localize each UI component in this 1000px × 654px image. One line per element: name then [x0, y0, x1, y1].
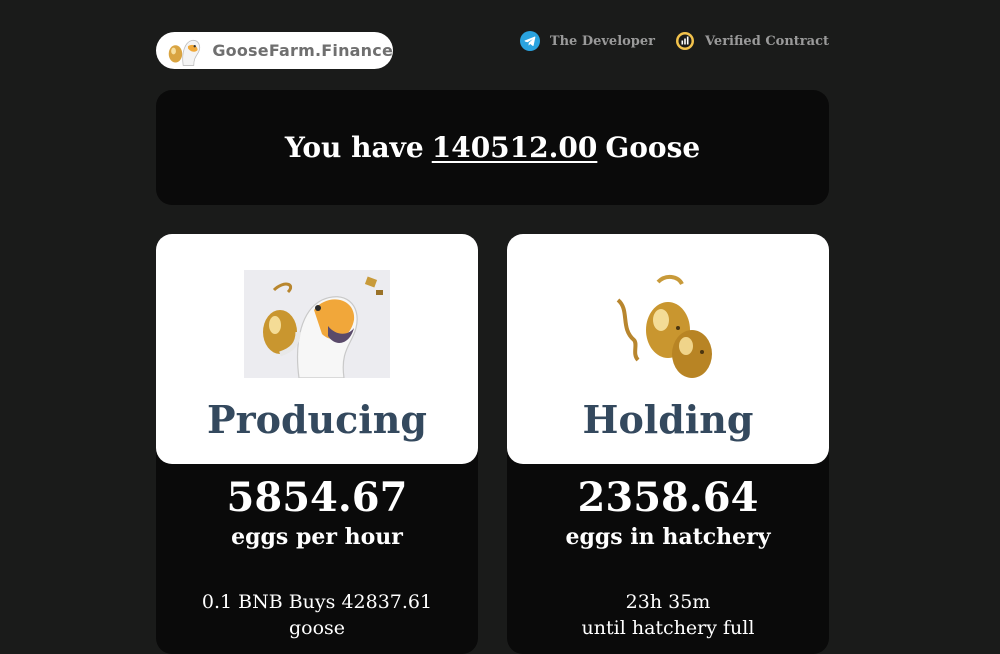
hatchery-timer-info: 23h 35m until hatchery full	[507, 589, 829, 641]
goose-logo-icon	[168, 39, 201, 66]
producing-card: Producing 5854.67 eggs per hour 0.1 BNB …	[156, 234, 478, 654]
logo-text: GooseFarm.Finance	[212, 41, 393, 60]
golden-eggs-image	[616, 275, 712, 378]
holding-card: Holding 2358.64 eggs in hatchery 23h 35m…	[507, 234, 829, 654]
buy-rate-line: 0.1 BNB Buys 42837.61	[201, 591, 433, 613]
buy-rate-unit: goose	[288, 617, 346, 639]
page: GooseFarm.Finance The Developer Verified…	[156, 0, 829, 654]
balance-amount: 140512.00	[431, 131, 598, 164]
buy-rate-info: 0.1 BNB Buys 42837.61 goose	[156, 589, 478, 641]
eggs-in-hatchery-value: 2358.64	[577, 474, 759, 521]
eggs-per-hour-label: eggs per hour	[231, 524, 403, 550]
producing-title: Producing	[207, 397, 427, 442]
holding-card-header: Holding	[507, 234, 829, 464]
verified-contract-label: Verified Contract	[705, 33, 829, 49]
hatchery-timer-label: until hatchery full	[581, 617, 755, 639]
holding-title: Holding	[582, 397, 754, 442]
eggs-in-hatchery-label: eggs in hatchery	[565, 524, 771, 550]
verified-contract-link[interactable]: Verified Contract	[675, 31, 829, 51]
telegram-icon	[519, 31, 540, 51]
logo[interactable]: GooseFarm.Finance	[156, 32, 393, 69]
balance-banner: You have 140512.00 Goose	[156, 90, 829, 205]
developer-link[interactable]: The Developer	[519, 31, 656, 51]
hatchery-timer: 23h 35m	[625, 591, 711, 613]
balance-suffix: Goose	[605, 131, 701, 164]
producing-card-header: Producing	[156, 234, 478, 464]
eggs-per-hour-value: 5854.67	[226, 474, 408, 521]
verified-contract-icon	[676, 32, 695, 50]
developer-link-label: The Developer	[549, 33, 656, 49]
balance-prefix: You have	[284, 131, 424, 164]
goose-with-egg-image	[244, 270, 390, 378]
header-nav: The Developer Verified Contract	[519, 31, 829, 51]
